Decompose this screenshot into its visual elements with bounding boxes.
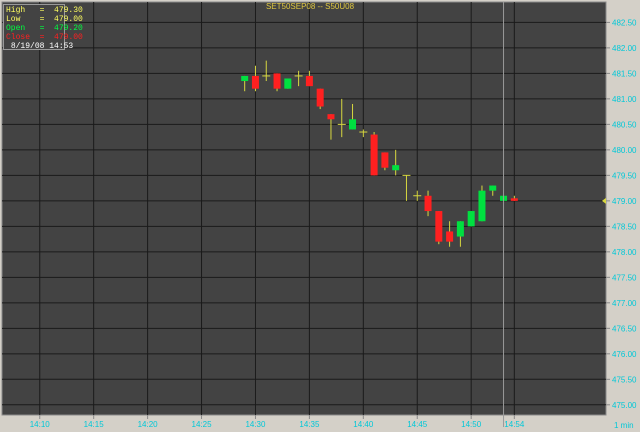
candle-body <box>510 198 518 201</box>
candle-body <box>456 221 464 237</box>
interval-label: 1 min <box>614 421 634 430</box>
info-close-row: Close = 479.00 <box>6 33 83 42</box>
candle-body <box>251 75 259 89</box>
candle <box>273 73 281 92</box>
y-tick-label: 476.50 <box>612 324 637 333</box>
price-info-box: High = 479.30 Low = 479.00 Open = 479.20… <box>3 4 83 51</box>
candle-body <box>370 134 378 176</box>
info-eq: = <box>39 15 45 24</box>
x-tick-label: 14:40 <box>353 420 374 429</box>
candle-body <box>435 211 443 242</box>
y-tick-label: 478.50 <box>612 222 637 231</box>
candle-body <box>478 190 486 222</box>
info-high-label: High <box>6 6 26 15</box>
x-tick-label: 14:10 <box>30 420 51 429</box>
y-tick-label: 477.00 <box>612 299 637 308</box>
candle <box>478 185 486 222</box>
info-close-value: 479.00 <box>54 33 83 42</box>
x-tick-label: 14:20 <box>138 420 159 429</box>
info-date-row: 8/19/08 14:53 <box>6 42 73 51</box>
y-tick-label: 475.00 <box>612 401 637 410</box>
info-eq: = <box>39 33 45 42</box>
y-tick-label: 478.00 <box>612 248 637 257</box>
candle <box>284 78 292 89</box>
x-axis-labels: 14:10 14:15 14:20 14:25 14:30 14:35 14:40 14:45… <box>30 420 525 429</box>
candle-body <box>327 114 335 120</box>
candle-body <box>349 119 357 130</box>
info-high-value: 479.30 <box>54 6 83 15</box>
candle-body <box>446 231 454 242</box>
y-tick-label: 479.50 <box>612 171 637 180</box>
x-tick-label: 14:50 <box>461 420 482 429</box>
candle <box>370 132 378 176</box>
candle-body <box>381 152 389 168</box>
y-tick-label: 475.50 <box>612 375 637 384</box>
candle <box>381 152 389 171</box>
info-open-label: Open <box>6 24 26 33</box>
info-open-row: Open = 479.20 <box>6 24 83 33</box>
info-open-value: 479.20 <box>54 24 83 33</box>
candle <box>435 211 443 245</box>
candlestick-chart[interactable]: SET50SEP08 -- S50U08 482.50482.00481.504… <box>0 0 640 432</box>
info-close-label: Close <box>6 33 31 42</box>
x-tick-label: 14:35 <box>299 420 320 429</box>
x-tick-label: 14:25 <box>192 420 213 429</box>
y-tick-label: 480.00 <box>612 146 637 155</box>
info-low-row: Low = 479.00 <box>6 15 83 24</box>
x-tick-label: 14:45 <box>407 420 428 429</box>
x-tick-label: 14:15 <box>84 420 105 429</box>
info-datetime: 8/19/08 14:53 <box>10 42 74 51</box>
info-eq: = <box>39 24 45 33</box>
y-tick-label: 481.00 <box>612 95 637 104</box>
candle-body <box>305 75 313 87</box>
candle-body <box>316 88 324 107</box>
info-low-value: 479.00 <box>54 15 83 24</box>
y-tick-label: 476.00 <box>612 350 637 359</box>
x-tick-label: 14:54 <box>504 420 525 429</box>
y-axis-labels: 482.50 482.00 481.50 481.00 480.50 480.00 479.… <box>612 18 637 409</box>
candle-body <box>489 185 497 191</box>
candle-body <box>273 73 281 89</box>
x-tick-label: 14:30 <box>245 420 266 429</box>
y-tick-label: 477.50 <box>612 273 637 282</box>
y-tick-label: 481.50 <box>612 69 637 78</box>
chart-window: SET50SEP08 -- S50U08 482.50 482.00 481.50 4… <box>0 0 640 432</box>
candle-body <box>424 195 432 212</box>
chart-title: SET50SEP08 -- S50U08 <box>266 2 355 11</box>
candle <box>467 211 475 227</box>
y-tick-label: 479.00 <box>612 197 637 206</box>
info-eq: = <box>39 6 45 15</box>
y-tick-label: 482.50 <box>612 18 637 27</box>
info-high-row: High = 479.30 <box>6 6 83 15</box>
y-tick-label: 480.50 <box>612 120 637 129</box>
info-low-label: Low <box>6 15 21 24</box>
candle-body <box>392 165 400 171</box>
candle-body <box>467 211 475 227</box>
plot-area <box>1 1 607 416</box>
candle <box>316 88 324 110</box>
y-tick-label: 482.00 <box>612 44 637 53</box>
candle-body <box>241 75 249 82</box>
candle-body <box>284 78 292 89</box>
